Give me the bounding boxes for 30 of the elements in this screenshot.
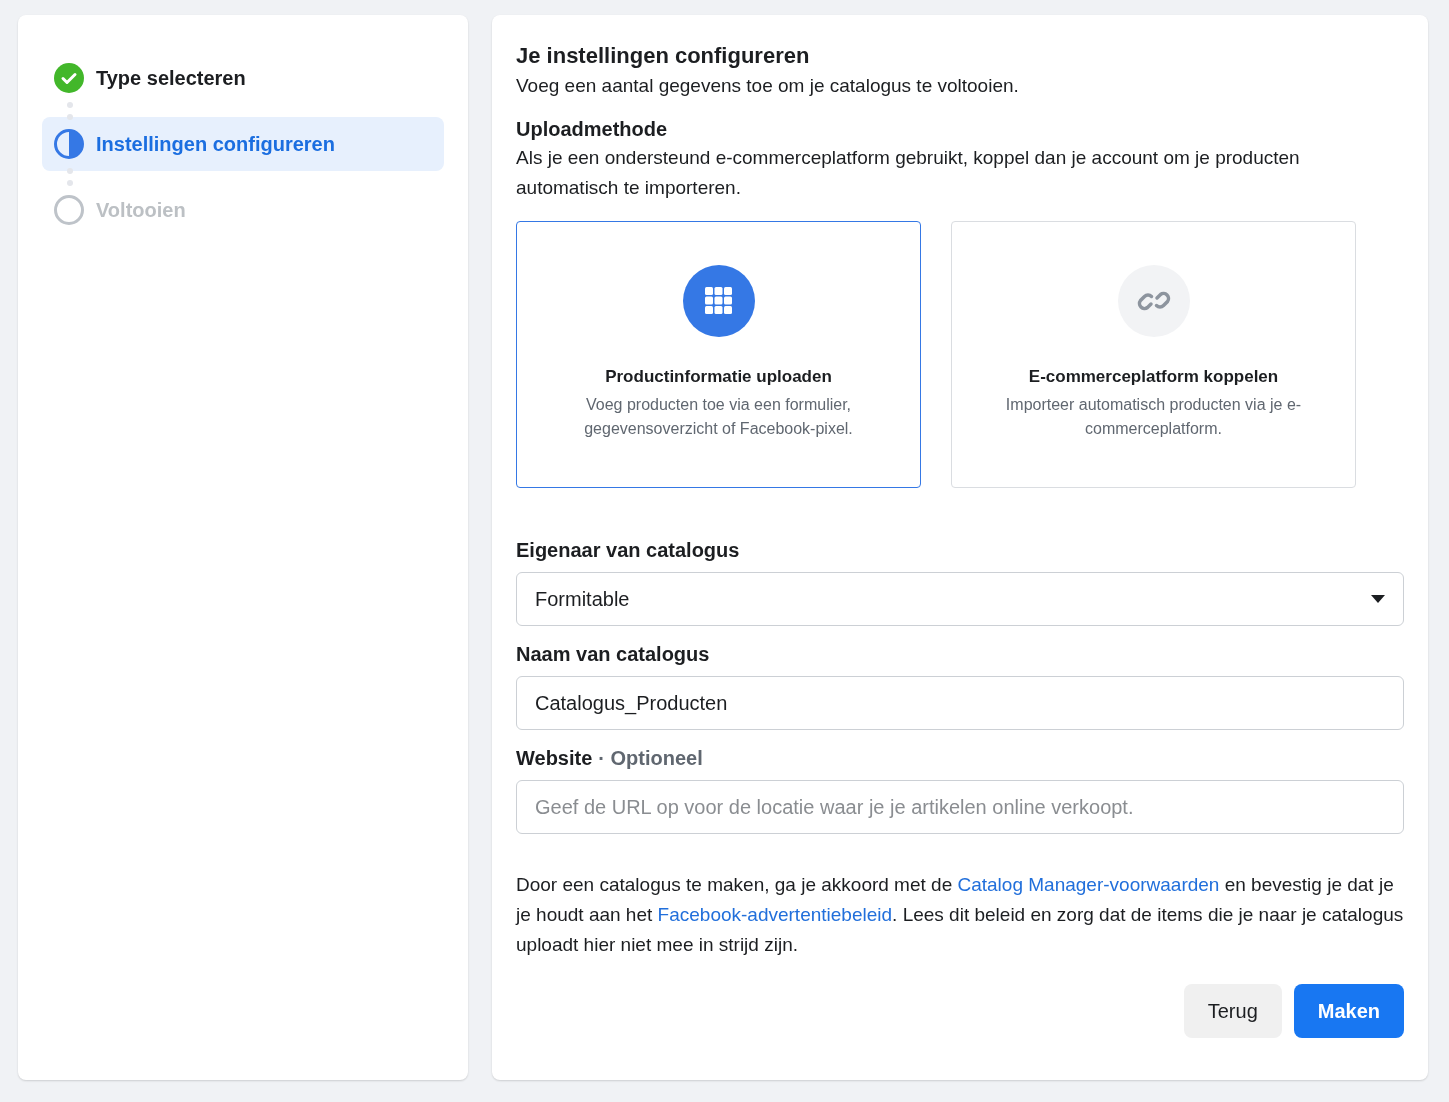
option-title: Productinformatie uploaden (605, 367, 832, 387)
check-circle-icon (54, 63, 84, 93)
option-description: Importeer automatisch producten via je e-commerceplatform. (1004, 395, 1303, 439)
terms-link[interactable]: Facebook-advertentiebeleid (657, 904, 893, 925)
optional-label: · Optioneel (598, 747, 703, 770)
option-description: Voeg producten toe via een formulier, gegevensoverzicht of Facebook-pixel. (583, 395, 854, 439)
upload-option-card[interactable]: Productinformatie uploaden Voeg producten toe via een formulier, gegevensoverzicht of Facebook-pixel. (516, 221, 921, 488)
input-field[interactable]: Geef de URL op voor de locatie waar je je artikelen online verkoopt. (516, 780, 1404, 834)
input-field[interactable]: Catalogus_Producten (516, 676, 1404, 730)
field-label: Eigenaar van catalogus (516, 538, 740, 563)
consent-text: Door een catalogus te maken, ga je akkoord met de Catalog Manager-voorwaarden en bevestig je dat je je houdt aan het Facebook-advertentiebeleid. Lees dit beleid en zorg dat de items die je naar je catalogus uploadt hier niet mee in strijd zijn. (516, 873, 1404, 957)
create-button[interactable]: Maken (1293, 984, 1404, 1038)
step-item[interactable]: Instellingen configureren (42, 117, 444, 171)
field-label: Website (516, 746, 593, 771)
terms-link[interactable]: Catalog Manager-voorwaarden (957, 874, 1220, 895)
section-description: Als je een ondersteund e-commerceplatform gebruikt, koppel dan je account om je producten automatisch te importeren. (516, 146, 1301, 200)
back-button[interactable]: Terug (1183, 984, 1282, 1038)
page-subtitle: Voeg een aantal gegevens toe om je catalogus te voltooien. (516, 74, 1020, 98)
owner-dropdown[interactable]: Formitable (516, 572, 1404, 626)
step-item[interactable]: Type selecteren (42, 51, 444, 105)
option-title: E-commerceplatform koppelen (1028, 367, 1279, 387)
section-title: Uploadmethode (516, 117, 669, 142)
page-title: Je instellingen configureren (516, 42, 811, 70)
upload-option-card[interactable]: E-commerceplatform koppelen Importeer automatisch producten via je e-commerceplatform. (951, 221, 1356, 488)
field-label: Naam van catalogus (516, 642, 710, 667)
empty-circle-icon (54, 195, 84, 225)
half-circle-icon (54, 129, 84, 159)
caret-icon (1371, 595, 1385, 603)
link-icon (1117, 265, 1190, 337)
grid-icon (682, 265, 755, 337)
